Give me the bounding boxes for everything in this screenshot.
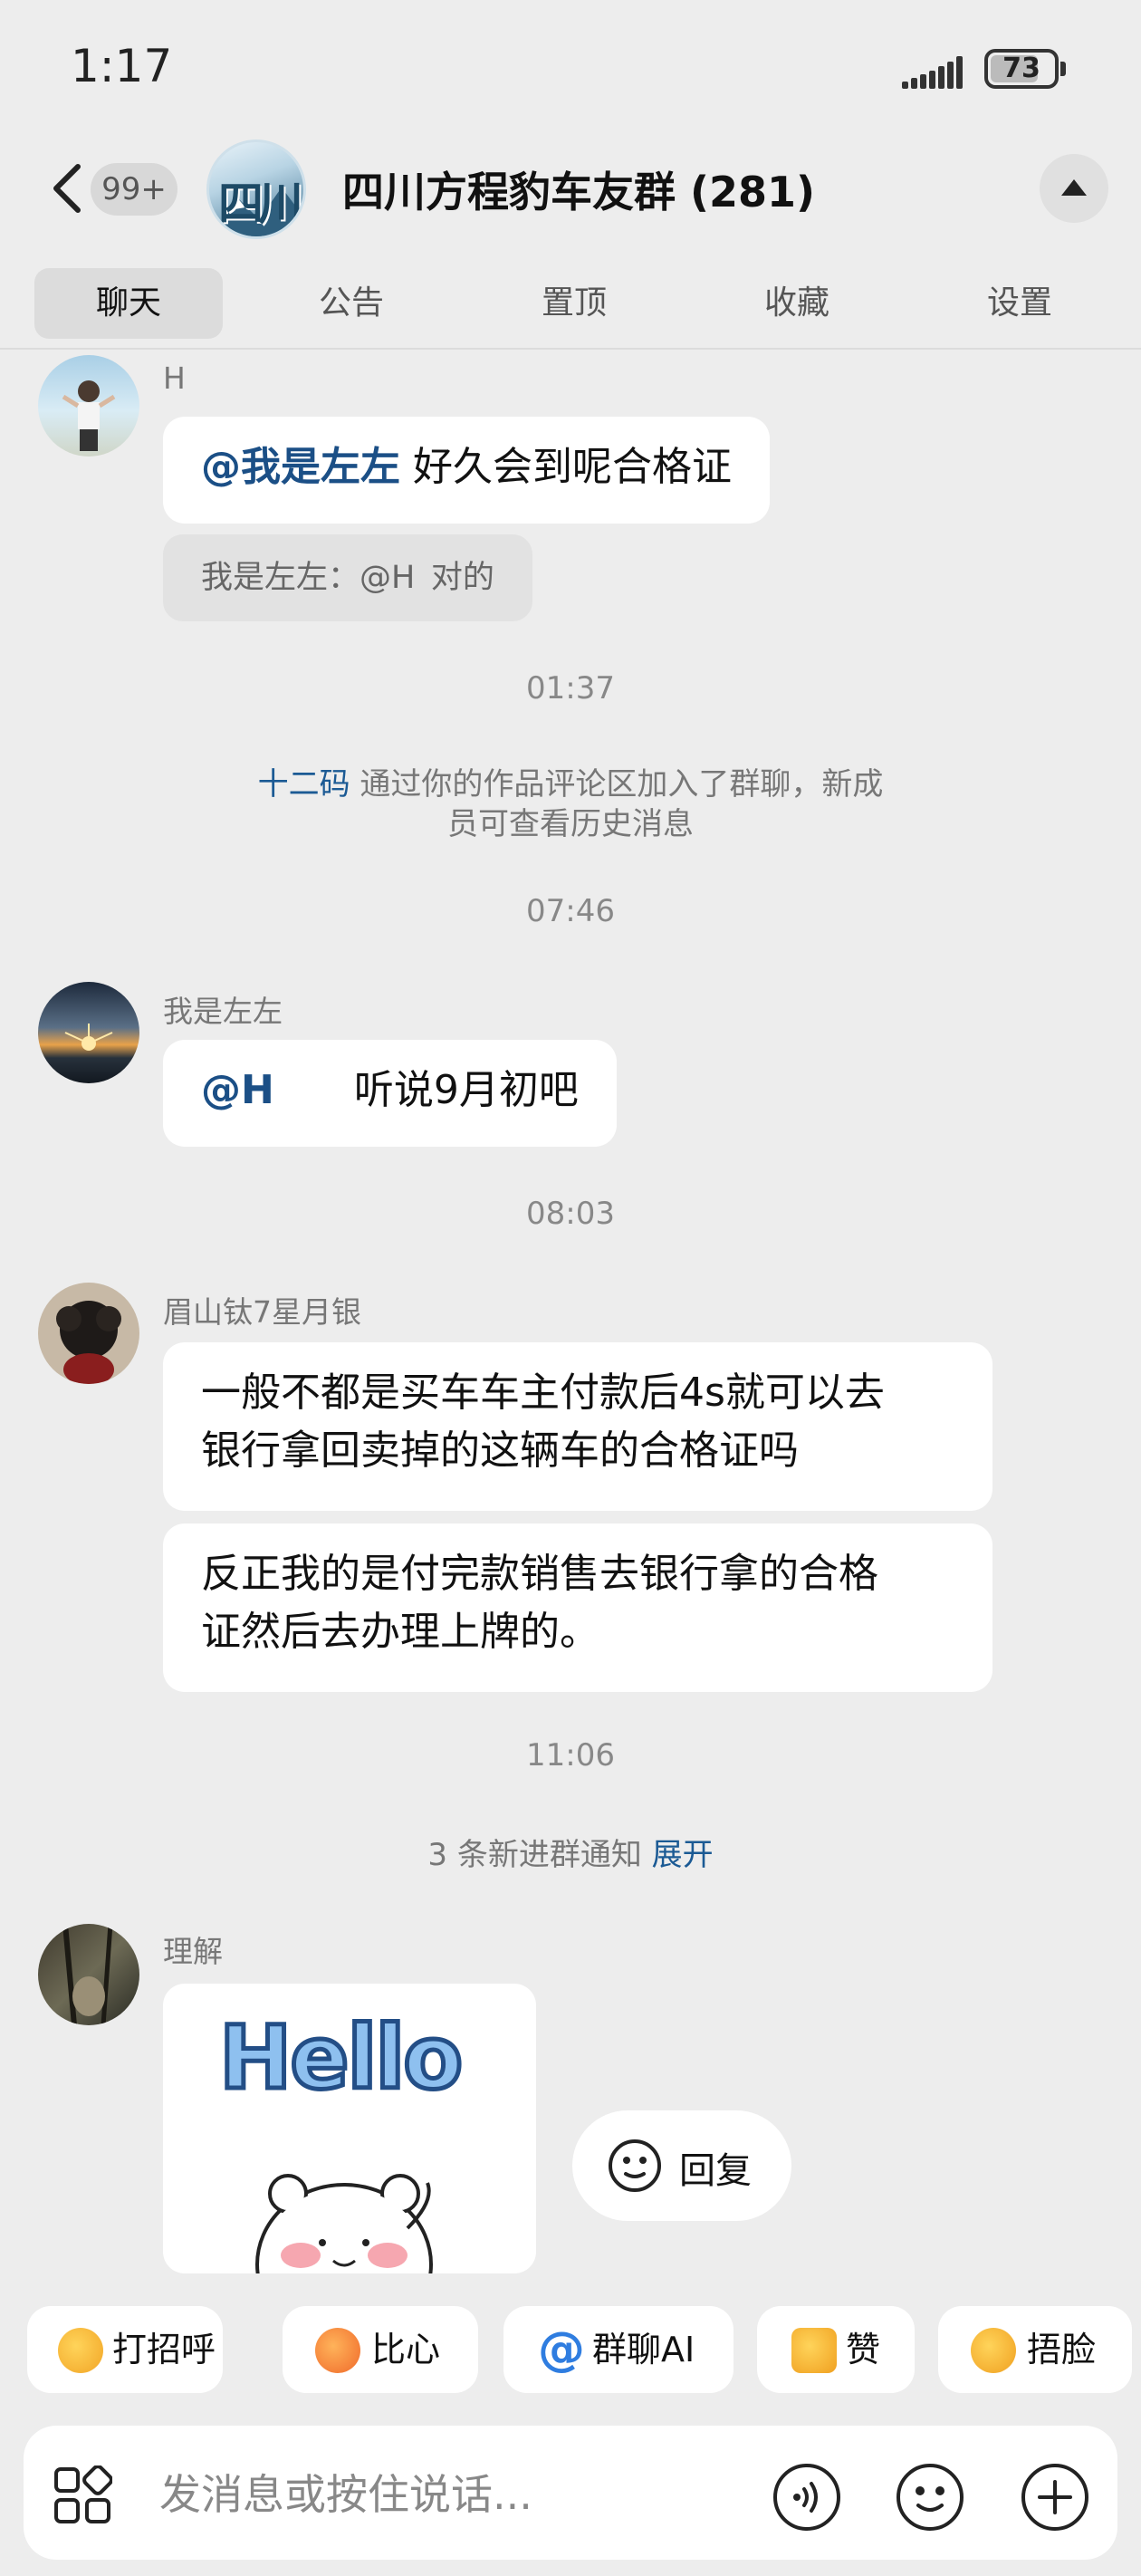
- status-time: 1:17: [71, 40, 173, 92]
- notice-text: 通过你的作品评论区加入了群聊，新成: [350, 766, 884, 803]
- message-bubble[interactable]: @H 听说9月初吧: [163, 1040, 617, 1147]
- sender-name: 我是左左: [163, 994, 283, 1029]
- chip-label: 打招呼: [112, 2330, 216, 2369]
- message-text: 银行拿回卖掉的这辆车的合格证吗: [201, 1427, 799, 1474]
- signal-icon: [902, 56, 971, 89]
- chip-label: 赞: [846, 2330, 881, 2369]
- message-text: 听说9月初吧: [273, 1067, 579, 1113]
- message-text: 一般不都是买车车主付款后4s就可以去: [201, 1370, 885, 1416]
- tab-settings[interactable]: 设置: [929, 268, 1110, 339]
- mention[interactable]: @我是左左: [201, 444, 400, 490]
- chip-label: 群聊AI: [592, 2330, 695, 2369]
- group-avatar[interactable]: 四川: [206, 139, 306, 239]
- timestamp: 07:46: [526, 893, 615, 929]
- reply-button[interactable]: 回复: [572, 2110, 791, 2221]
- chevron-left-icon: [53, 164, 81, 213]
- quick-reply-group-ai[interactable]: @ 群聊AI: [503, 2306, 734, 2393]
- tab-announcement[interactable]: 公告: [261, 268, 442, 339]
- message-bubble[interactable]: 一般不都是买车车主付款后4s就可以去 银行拿回卖掉的这辆车的合格证吗: [163, 1342, 992, 1511]
- message-text: 反正我的是付完款销售去银行拿的合格: [201, 1551, 878, 1597]
- back-button[interactable]: [47, 161, 89, 216]
- avatar[interactable]: [38, 982, 139, 1083]
- tab-bar: 聊天 公告 置顶 收藏 设置: [0, 263, 1141, 350]
- message-input[interactable]: [159, 2458, 739, 2531]
- avatar[interactable]: [38, 355, 139, 457]
- tab-pinned[interactable]: 置顶: [484, 268, 665, 339]
- chip-label: 捂脸: [1027, 2330, 1097, 2369]
- apps-grid-icon[interactable]: [53, 2465, 112, 2525]
- sender-name: H: [163, 360, 186, 396]
- input-area: [0, 2409, 1141, 2576]
- facepalm-emoji-icon: [971, 2328, 1016, 2373]
- quoted-reply[interactable]: 我是左左：@H 对的: [163, 534, 532, 621]
- at-icon: @: [538, 2322, 585, 2377]
- dog-avatar-icon: [56, 1301, 121, 1384]
- sender-name: 理解: [163, 1934, 223, 1969]
- message-text: 证然后去办理上牌的。: [201, 1609, 599, 1655]
- timestamp: 01:37: [526, 670, 615, 706]
- triangle-up-icon: [1061, 179, 1087, 196]
- chip-label: 比心: [371, 2330, 441, 2369]
- notice-text: 员可查看历史消息: [447, 806, 694, 842]
- reply-label: 回复: [679, 2150, 752, 2192]
- emoji-icon[interactable]: [895, 2462, 965, 2533]
- avatar[interactable]: [38, 1283, 139, 1384]
- tab-chat[interactable]: 聊天: [34, 268, 223, 339]
- voice-icon[interactable]: [772, 2462, 842, 2533]
- new-members-notice: 3 条新进群通知 展开: [0, 1835, 1141, 1875]
- heart-hands-emoji-icon: [315, 2328, 360, 2373]
- forest-avatar-icon: [62, 1924, 113, 2025]
- person-avatar-icon: [62, 380, 116, 451]
- collapse-button[interactable]: [1040, 154, 1108, 223]
- message-bubble[interactable]: @我是左左 好久会到呢合格证: [163, 417, 770, 524]
- notice-text: 3 条新进群通知: [427, 1837, 652, 1873]
- expand-link[interactable]: 展开: [652, 1837, 714, 1873]
- wave-emoji-icon: [58, 2328, 103, 2373]
- message-bubble[interactable]: 反正我的是付完款销售去银行拿的合格 证然后去办理上牌的。: [163, 1523, 992, 1692]
- quick-reply-like[interactable]: 赞: [757, 2306, 915, 2393]
- quick-reply-greet[interactable]: 打招呼: [27, 2306, 223, 2393]
- plus-icon[interactable]: [1020, 2462, 1090, 2533]
- message-composer: [24, 2426, 1117, 2560]
- battery-icon: 73: [984, 49, 1059, 89]
- bear-sticker-icon: [255, 2174, 433, 2273]
- message-text: 好久会到呢合格证: [400, 444, 732, 490]
- group-avatar-text: 四川: [218, 177, 303, 230]
- smiley-icon: [609, 2139, 661, 2192]
- chat-header: 99+ 四川 四川方程豹车友群 (281): [0, 136, 1141, 245]
- sticker-text: Hello: [216, 2005, 465, 2111]
- tab-favorites[interactable]: 收藏: [706, 268, 887, 339]
- status-bar: 1:17 73: [0, 0, 1141, 136]
- avatar[interactable]: [38, 1924, 139, 2025]
- member-name-link[interactable]: 十二码: [258, 766, 350, 803]
- timestamp: 08:03: [526, 1196, 615, 1232]
- join-notice: 十二码 通过你的作品评论区加入了群聊，新成 员可查看历史消息: [0, 764, 1141, 844]
- battery-level: 73: [1002, 53, 1040, 84]
- timestamp: 11:06: [526, 1737, 615, 1773]
- quick-reply-facepalm[interactable]: 捂脸: [938, 2306, 1132, 2393]
- sticker-message[interactable]: Hello: [163, 1984, 536, 2273]
- quick-reply-bar: 打招呼 比心 @ 群聊AI 赞 捂脸: [0, 2273, 1141, 2409]
- sunset-avatar-icon: [64, 1024, 113, 1051]
- group-title[interactable]: 四川方程豹车友群 (281): [342, 159, 815, 219]
- sender-name: 眉山钛7星月银: [163, 1294, 361, 1330]
- mention[interactable]: @H: [201, 1067, 274, 1113]
- quick-reply-heart[interactable]: 比心: [283, 2306, 478, 2393]
- thumbs-up-emoji-icon: [791, 2328, 837, 2373]
- unread-badge[interactable]: 99+: [91, 163, 177, 216]
